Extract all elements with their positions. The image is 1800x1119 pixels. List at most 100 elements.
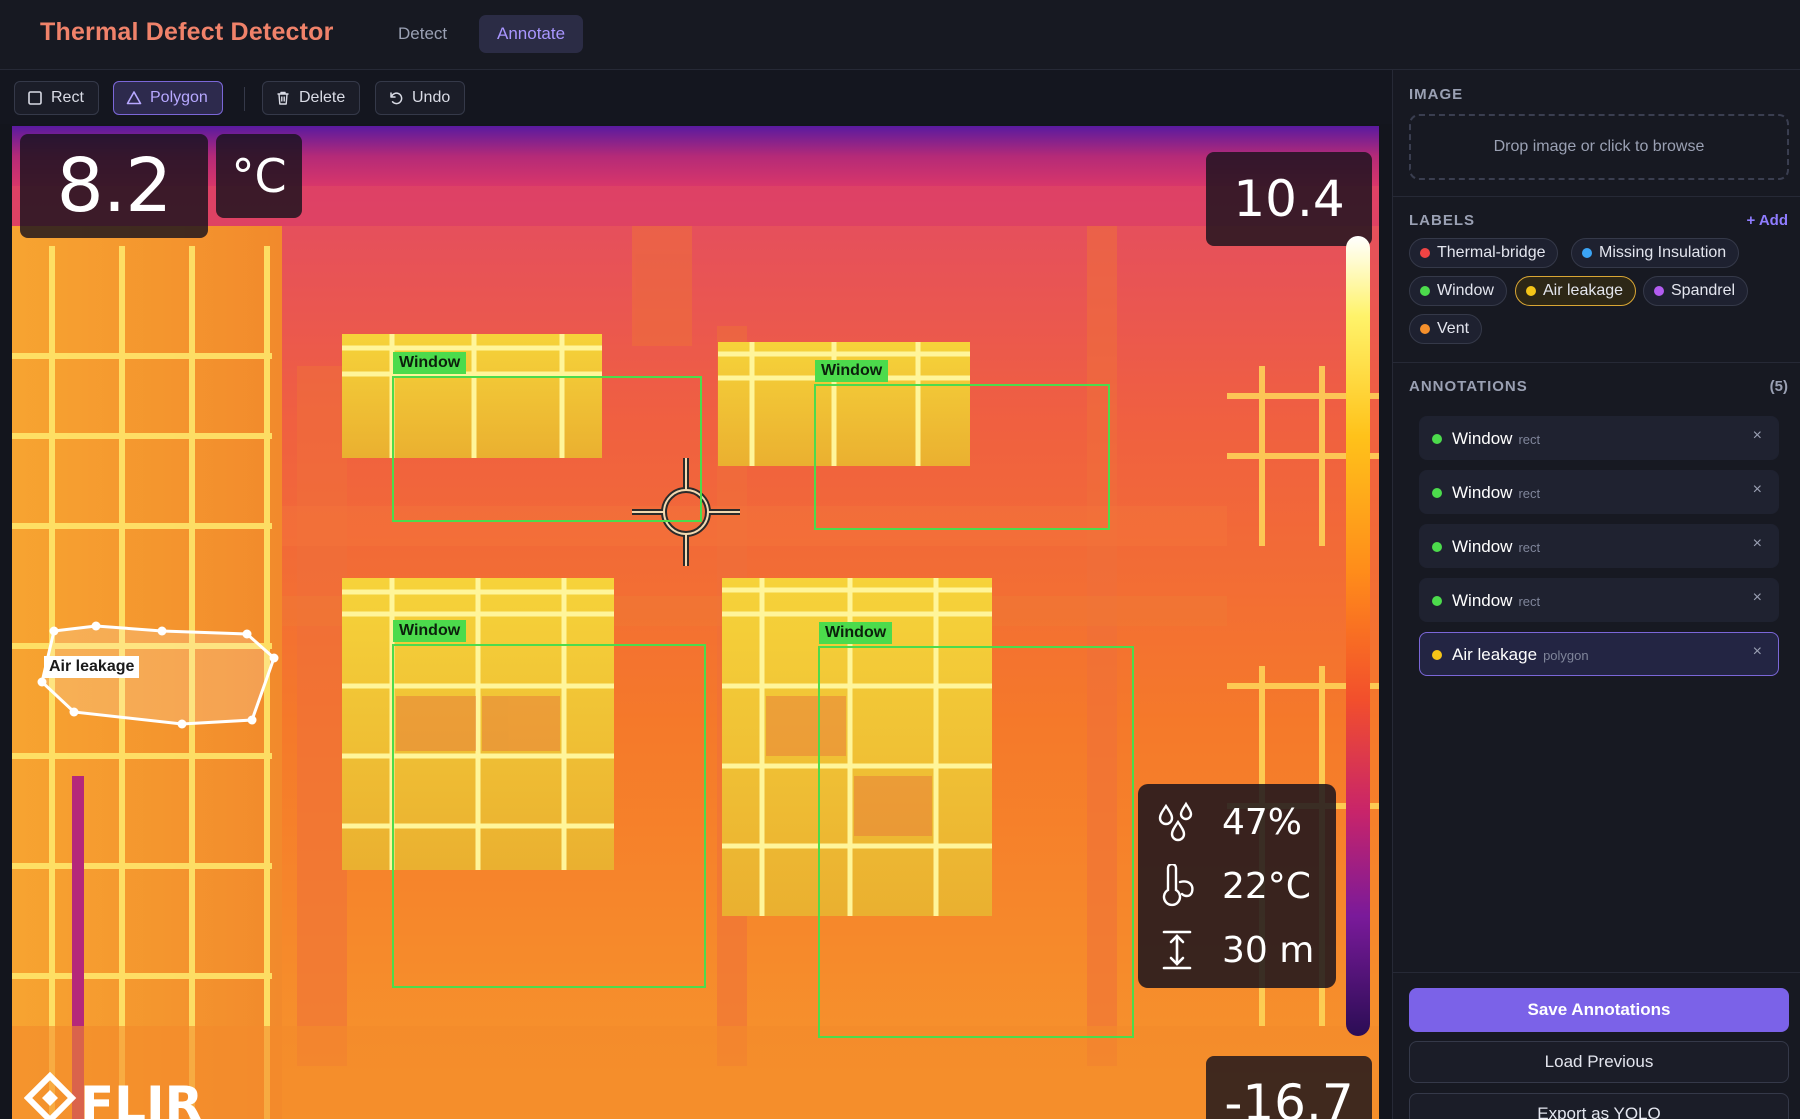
distance-value: 30 m: [1222, 929, 1315, 971]
undo-icon: [390, 92, 403, 105]
label-color-dot: [1654, 286, 1664, 296]
remove-annotation-icon[interactable]: ×: [1753, 643, 1762, 661]
annotation-item-selected[interactable]: Air leakage polygon ×: [1419, 632, 1779, 676]
remove-annotation-icon[interactable]: ×: [1753, 535, 1762, 553]
window-tag-3: Window: [393, 620, 467, 642]
annotation-color-dot: [1432, 488, 1442, 498]
image-section-title: IMAGE: [1409, 86, 1464, 103]
annotation-label: Window: [1452, 591, 1513, 610]
annotation-item[interactable]: Window rect ×: [1419, 470, 1779, 514]
humidity-value: 47%: [1222, 801, 1303, 843]
label-chip-text: Missing Insulation: [1599, 244, 1727, 261]
label-color-dot: [1420, 324, 1430, 334]
save-annotations-button[interactable]: Save Annotations: [1409, 988, 1789, 1032]
flir-logo: FLIR: [23, 1071, 224, 1119]
app-title: Thermal Defect Detector: [40, 18, 334, 46]
toolbar-divider: [244, 87, 245, 111]
window-box-2[interactable]: [814, 384, 1110, 530]
tab-annotate[interactable]: Annotate: [479, 15, 584, 53]
label-chip-vent[interactable]: Vent: [1409, 314, 1483, 344]
sidebar-divider: [1393, 196, 1800, 197]
annotation-label: Window: [1452, 537, 1513, 556]
annotations-section-title: ANNOTATIONS: [1409, 378, 1528, 395]
annotation-label-group: Air leakage polygon: [1452, 645, 1589, 665]
annotation-item[interactable]: Window rect ×: [1419, 416, 1779, 460]
label-chip-text: Spandrel: [1671, 282, 1736, 299]
air-leakage-tag: Air leakage: [44, 656, 140, 678]
load-previous-button[interactable]: Load Previous: [1409, 1041, 1789, 1083]
label-chip-thermal-bridge[interactable]: Thermal-bridge: [1409, 238, 1559, 268]
label-chip-window[interactable]: Window: [1409, 276, 1507, 306]
triangle-icon: [126, 91, 142, 105]
svg-text:FLIR: FLIR: [80, 1076, 203, 1119]
labels-section-title: LABELS: [1409, 212, 1475, 229]
annotation-type: rect: [1518, 540, 1541, 555]
annotation-color-dot: [1432, 650, 1442, 660]
temperature-scale-bar: [1346, 236, 1370, 1036]
remove-annotation-icon[interactable]: ×: [1753, 427, 1762, 445]
app-header: Thermal Defect Detector Detect Annotate: [0, 0, 1800, 70]
annotation-item[interactable]: Window rect ×: [1419, 578, 1779, 622]
label-color-dot: [1526, 286, 1536, 296]
label-chip-text: Thermal-bridge: [1437, 244, 1546, 261]
annotation-label: Window: [1452, 429, 1513, 448]
window-box-1[interactable]: [392, 376, 702, 522]
annotation-color-dot: [1432, 542, 1442, 552]
sidebar: IMAGE Drop image or click to browse LABE…: [1392, 70, 1800, 1119]
label-color-dot: [1582, 248, 1592, 258]
center-temperature: 8.2: [20, 134, 208, 238]
square-icon: [28, 91, 42, 105]
export-yolo-button[interactable]: Export as YOLO: [1409, 1093, 1789, 1119]
annotation-canvas[interactable]: Air leakage Window Window Window Window …: [12, 126, 1379, 1119]
rect-tool-label: Rect: [51, 89, 84, 106]
annotation-type: rect: [1518, 486, 1541, 501]
annotation-label: Air leakage: [1452, 645, 1538, 664]
sidebar-divider: [1393, 972, 1800, 973]
trash-icon: [277, 91, 289, 105]
annotation-label-group: Window rect: [1452, 591, 1540, 611]
label-color-dot: [1420, 248, 1430, 258]
annotation-label-group: Window rect: [1452, 537, 1540, 557]
label-chip-spandrel[interactable]: Spandrel: [1643, 276, 1749, 306]
annotation-label: Window: [1452, 483, 1513, 502]
annotation-item[interactable]: Window rect ×: [1419, 524, 1779, 568]
delete-button[interactable]: Delete: [262, 81, 361, 115]
annotation-label-group: Window rect: [1452, 483, 1540, 503]
label-chip-text: Air leakage: [1543, 282, 1624, 299]
window-tag-2: Window: [815, 360, 889, 382]
annotation-type: rect: [1518, 432, 1541, 447]
rect-tool-button[interactable]: Rect: [14, 81, 99, 115]
polygon-tool-label: Polygon: [150, 89, 208, 106]
annotation-type: polygon: [1543, 648, 1589, 663]
window-box-3[interactable]: [392, 644, 706, 988]
window-box-4[interactable]: [818, 646, 1134, 1038]
annotation-type: rect: [1518, 594, 1541, 609]
humidity-icon: [1158, 801, 1193, 842]
delete-label: Delete: [299, 89, 346, 106]
distance-icon: [1162, 930, 1192, 970]
window-tag-4: Window: [819, 622, 893, 644]
min-temperature: -16.7: [1206, 1056, 1372, 1119]
image-dropzone[interactable]: Drop image or click to browse: [1409, 114, 1789, 180]
annotation-label-group: Window rect: [1452, 429, 1540, 449]
ambient-temp-row: 22°C: [1158, 858, 1311, 914]
label-chip-text: Window: [1437, 282, 1494, 299]
environment-panel: 47% 22°C 30 m: [1138, 784, 1336, 988]
annotations-count: (5): [1769, 378, 1788, 395]
polygon-tool-button[interactable]: Polygon: [113, 81, 223, 115]
annotation-toolbar: Rect Polygon Delete Undo: [0, 70, 1392, 124]
tab-detect[interactable]: Detect: [380, 15, 465, 53]
remove-annotation-icon[interactable]: ×: [1753, 589, 1762, 607]
ambient-temp-value: 22°C: [1222, 865, 1311, 907]
add-label-button[interactable]: + Add: [1746, 212, 1788, 229]
undo-button[interactable]: Undo: [375, 81, 466, 115]
label-chip-missing-insulation[interactable]: Missing Insulation: [1571, 238, 1740, 268]
annotation-color-dot: [1432, 434, 1442, 444]
annotation-color-dot: [1432, 596, 1442, 606]
sidebar-divider: [1393, 362, 1800, 363]
humidity-row: 47%: [1158, 794, 1302, 850]
thermometer-icon: [1162, 864, 1194, 907]
label-chip-air-leakage[interactable]: Air leakage: [1515, 276, 1637, 306]
undo-label: Undo: [412, 89, 451, 106]
remove-annotation-icon[interactable]: ×: [1753, 481, 1762, 499]
